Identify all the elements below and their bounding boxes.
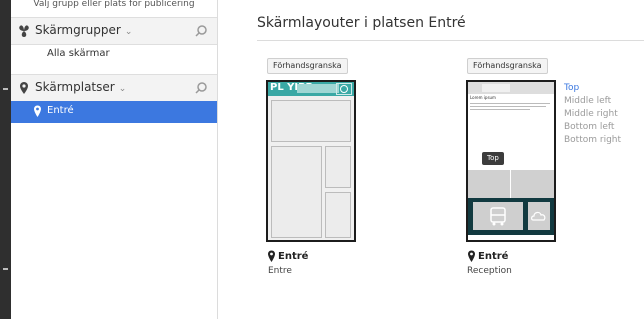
- thumbnail-region-top: Lorem ipsum: [468, 94, 554, 170]
- screen-groups-label: Skärmgrupper: [35, 23, 121, 37]
- thumbnail-region: [325, 146, 351, 188]
- location-pin-icon: [268, 250, 275, 262]
- publish-hint: Välj grupp eller plats för publicering: [33, 0, 195, 9]
- thumbnail-slot: [482, 84, 510, 92]
- text-line: [470, 103, 550, 104]
- bus-tile: [473, 202, 523, 230]
- region-link-middle-right[interactable]: Middle right: [564, 108, 621, 121]
- screen-locations-label: Skärmplatser: [35, 80, 115, 94]
- search-icon[interactable]: [194, 24, 208, 38]
- thumbnail-region-middle-right: [511, 170, 554, 198]
- sidebar-item-label: Alla skärmar: [47, 48, 110, 59]
- rail-marker: [3, 268, 8, 270]
- region-link-middle-left[interactable]: Middle left: [564, 95, 621, 108]
- weather-icon: [531, 211, 546, 221]
- page-title: Skärmlayouter i platsen Entré: [257, 15, 466, 31]
- thumbnail-region: [271, 146, 322, 238]
- thumbnail-slot: [297, 84, 339, 93]
- region-link-top[interactable]: Top: [564, 82, 621, 95]
- main-content: Skärmlayouter i platsen Entré Förhandsgr…: [218, 0, 644, 319]
- layout-thumbnail-reception[interactable]: Lorem ipsum Top: [466, 80, 556, 242]
- card-location-name: Entré: [278, 251, 309, 262]
- thumbnail-region-bottom: [468, 198, 554, 235]
- thumbnail-header: PL YIPP: [268, 82, 354, 96]
- preview-button[interactable]: Förhandsgranska: [467, 58, 548, 74]
- preview-button[interactable]: Förhandsgranska: [267, 58, 348, 74]
- weather-tile: [528, 202, 550, 230]
- thumbnail-region-middle-left: [468, 170, 510, 198]
- sidebar-item-entre[interactable]: Entré: [11, 101, 217, 123]
- sidebar-item-label: Entré: [47, 105, 74, 116]
- location-pin-icon: [20, 82, 28, 94]
- region-tooltip: Top: [482, 152, 504, 165]
- region-link-bottom-left[interactable]: Bottom left: [564, 121, 621, 134]
- thumbnail-region: [271, 100, 351, 142]
- card-layout-name: Reception: [467, 266, 512, 276]
- location-pin-icon: [468, 250, 475, 262]
- clock-icon: [336, 83, 352, 95]
- screen-groups-icon: [19, 25, 29, 37]
- chevron-down-icon[interactable]: ⌄: [125, 27, 133, 37]
- chevron-down-icon[interactable]: ⌄: [119, 84, 127, 94]
- rail-marker: [3, 88, 8, 90]
- app-side-rail: [0, 0, 11, 319]
- screen-groups-header[interactable]: Skärmgrupper ⌄: [11, 17, 217, 45]
- thumbnail-heading: Lorem ipsum: [470, 95, 496, 100]
- sidebar: Välj grupp eller plats för publicering S…: [11, 0, 218, 319]
- card-layout-name: Entre: [268, 266, 292, 276]
- thumbnail-header: [468, 82, 554, 94]
- text-line: [470, 106, 546, 107]
- layout-thumbnail-entre[interactable]: PL YIPP: [266, 80, 356, 242]
- divider: [257, 40, 644, 41]
- bus-icon: [490, 207, 506, 226]
- search-icon[interactable]: [194, 81, 208, 95]
- text-line: [470, 109, 530, 110]
- region-link-bottom-right[interactable]: Bottom right: [564, 134, 621, 147]
- sidebar-item-all-screens[interactable]: Alla skärmar: [11, 44, 217, 66]
- screen-locations-header[interactable]: Skärmplatser ⌄: [11, 74, 217, 102]
- thumbnail-region: [325, 192, 351, 238]
- location-pin-icon: [34, 105, 41, 117]
- region-list: Top Middle left Middle right Bottom left…: [564, 82, 621, 147]
- card-location-name: Entré: [478, 251, 509, 262]
